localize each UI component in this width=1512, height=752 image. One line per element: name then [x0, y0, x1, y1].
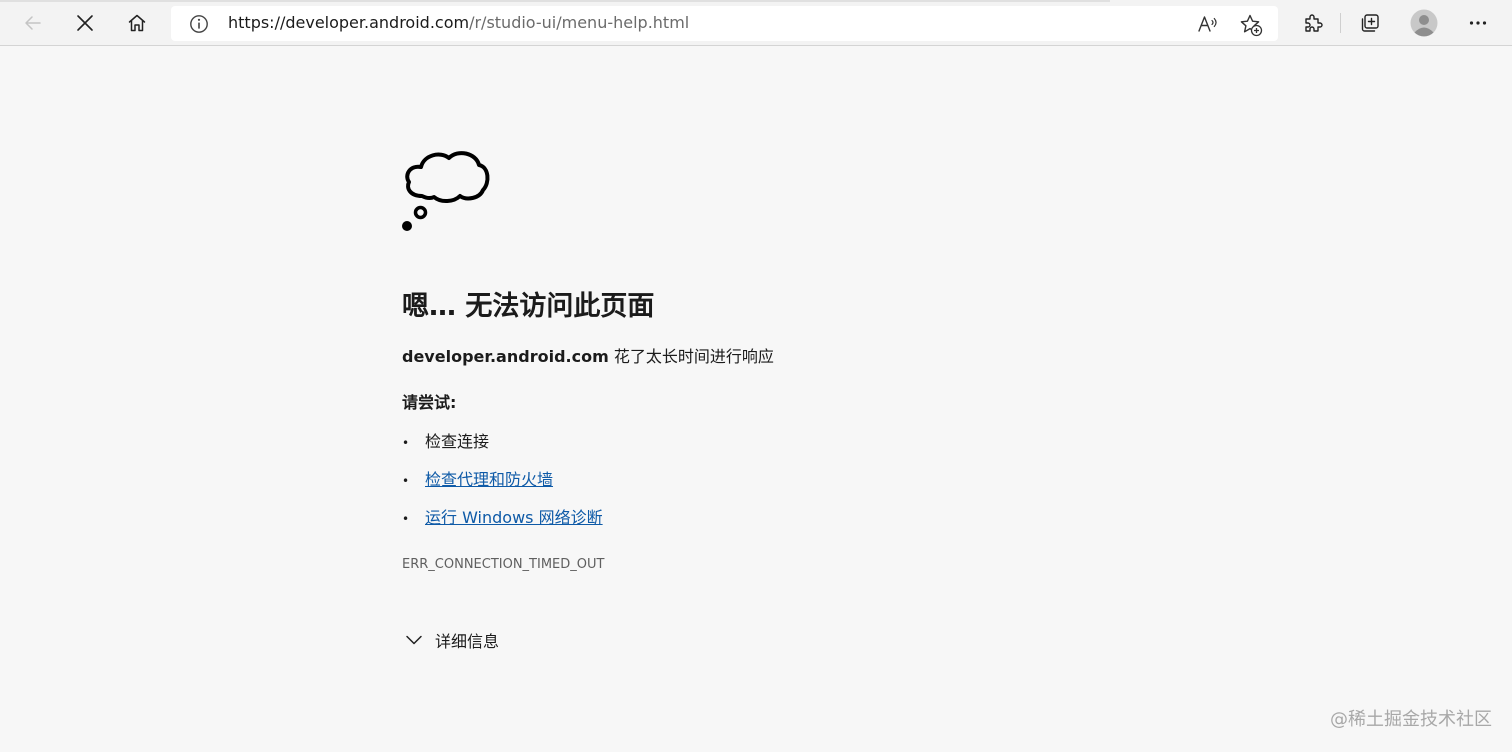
bullet: •	[402, 474, 410, 488]
read-aloud-icon[interactable]	[1197, 13, 1219, 35]
more-menu-button[interactable]	[1461, 6, 1495, 40]
close-icon	[77, 15, 93, 31]
error-host: developer.android.com	[402, 347, 609, 366]
url-host: https://developer.android.com	[228, 13, 470, 32]
loading-progress-track	[0, 0, 1110, 2]
address-bar[interactable]: https://developer.android.com/r/studio-u…	[171, 6, 1278, 41]
suggestion-item: • 运行 Windows 网络诊断	[402, 506, 603, 531]
add-favorite-icon[interactable]	[1239, 13, 1263, 37]
error-headline: 嗯… 无法访问此页面	[402, 291, 655, 322]
stop-loading-button[interactable]	[68, 6, 102, 40]
home-button[interactable]	[120, 6, 154, 40]
details-toggle-button[interactable]: 详细信息	[404, 628, 499, 652]
chevron-down-icon	[406, 635, 422, 645]
suggestion-item: • 检查连接	[402, 430, 489, 455]
bullet: •	[402, 436, 410, 450]
error-description: developer.android.com 花了太长时间进行响应	[402, 345, 774, 369]
back-button[interactable]	[16, 6, 50, 40]
watermark: @稀土掘金技术社区	[1330, 709, 1492, 730]
url-path: /r/studio-ui/menu-help.html	[469, 13, 690, 32]
suggestion-item: • 检查代理和防火墙	[402, 468, 553, 493]
extensions-icon	[1305, 14, 1323, 32]
collections-icon	[1361, 14, 1379, 32]
suggestion-check-connection: 检查连接	[425, 432, 490, 451]
run-network-diagnostics-link[interactable]: 运行 Windows 网络诊断	[425, 508, 603, 527]
profile-avatar-icon	[1410, 9, 1438, 37]
toolbar-separator	[1340, 13, 1341, 33]
browser-toolbar: https://developer.android.com/r/studio-u…	[0, 0, 1512, 46]
info-icon[interactable]	[189, 14, 209, 34]
error-message: 花了太长时间进行响应	[608, 347, 774, 366]
check-proxy-firewall-link[interactable]: 检查代理和防火墙	[425, 470, 553, 489]
back-arrow-icon	[25, 16, 41, 30]
thought-cloud-icon	[402, 151, 490, 231]
url-text[interactable]: https://developer.android.com/r/studio-u…	[228, 13, 689, 33]
error-code: ERR_CONNECTION_TIMED_OUT	[402, 557, 605, 572]
profile-button[interactable]	[1407, 6, 1441, 40]
try-label: 请尝试:	[402, 393, 457, 412]
home-icon	[128, 14, 146, 32]
details-label: 详细信息	[435, 632, 500, 651]
extensions-button[interactable]	[1296, 6, 1330, 40]
more-icon	[1469, 21, 1487, 25]
collections-button[interactable]	[1353, 6, 1387, 40]
bullet: •	[402, 512, 410, 526]
